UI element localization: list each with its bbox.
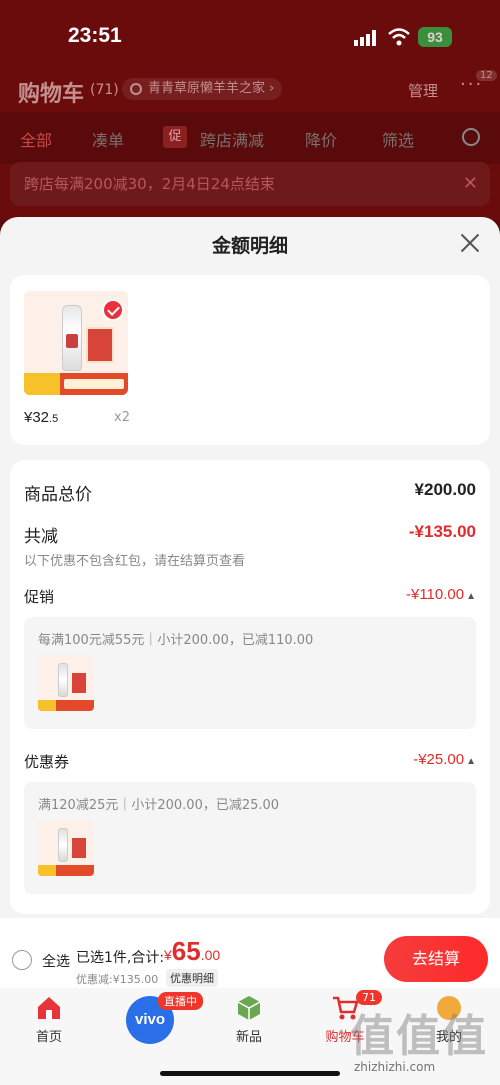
- filter-tabs: 全部 凑单 促 跨店满减 降价 筛选: [0, 112, 500, 164]
- coupon-value: -¥25.00: [413, 751, 465, 768]
- tab-price-drop[interactable]: 降价: [305, 127, 337, 151]
- select-all-radio[interactable]: [12, 950, 32, 970]
- watermark-site: zhizhizhi.com: [354, 1060, 436, 1074]
- search-icon[interactable]: [462, 128, 480, 146]
- gift-box-graphic: [86, 327, 114, 363]
- coupon-label: 优惠券: [24, 753, 70, 771]
- location-text: 青青草原懒羊羊之家: [148, 81, 266, 96]
- home-icon: [38, 997, 60, 1019]
- product-thumbnail: [38, 655, 94, 711]
- checkout-button[interactable]: 去结算: [384, 936, 488, 982]
- total-amount: ¥65.00: [164, 936, 221, 966]
- close-icon[interactable]: [458, 231, 482, 255]
- live-badge: 直播中: [158, 992, 203, 1010]
- reduce-value: -¥135.00: [408, 522, 476, 541]
- product-card: ¥32.5 x2: [10, 275, 490, 445]
- price-breakdown-card: 商品总价 ¥200.00 共减 -¥135.00 以下优惠不包含红包，请在结算页…: [10, 460, 490, 914]
- discount-summary: 优惠减:¥135.00: [76, 973, 159, 986]
- product-quantity: x2: [114, 410, 130, 425]
- promo-toggle[interactable]: -¥110.00 ▲: [406, 586, 476, 603]
- promo-strip-graphic: [24, 373, 128, 395]
- cube-icon: [237, 996, 261, 1020]
- location-pin-icon: [130, 83, 142, 95]
- chevron-up-icon: ▲: [466, 591, 476, 602]
- total-value: ¥200.00: [414, 480, 476, 499]
- coupon-toggle[interactable]: -¥25.00 ▲: [413, 751, 476, 768]
- promo-value: -¥110.00: [405, 586, 465, 603]
- tab-coudan[interactable]: 凑单: [92, 127, 124, 151]
- home-indicator[interactable]: [160, 1071, 340, 1076]
- bottle-graphic: [62, 305, 82, 371]
- status-time: 23:51: [68, 24, 122, 47]
- cart-count: (71): [90, 82, 119, 98]
- page-title: 购物车: [18, 82, 85, 107]
- more-badge: 12: [476, 70, 497, 81]
- selected-check-icon[interactable]: [102, 299, 124, 321]
- wifi-icon: [388, 28, 410, 46]
- discount-detail-button[interactable]: 优惠明细: [166, 969, 218, 987]
- battery-icon: 93: [418, 27, 452, 47]
- product-thumbnail: [38, 820, 94, 876]
- banner-text: 跨店每满200减30，2月4日24点结束: [24, 175, 275, 193]
- tab-filter[interactable]: 筛选: [382, 127, 414, 151]
- select-all-label[interactable]: 全选: [42, 951, 70, 971]
- coupon-detail-box: 满120减25元｜小计200.00，已减25.00: [24, 782, 476, 894]
- status-bar: 23:51 93: [0, 20, 500, 56]
- total-label: 商品总价: [24, 485, 92, 505]
- promo-detail-box: 每满100元减55元｜小计200.00，已减110.00: [24, 617, 476, 729]
- tab-all[interactable]: 全部: [20, 127, 52, 151]
- promo-banner: 跨店每满200减30，2月4日24点结束 ✕: [10, 162, 490, 206]
- tab-new[interactable]: 新品: [214, 994, 284, 1045]
- signal-icon: [354, 30, 376, 46]
- tab-home[interactable]: 首页: [14, 994, 84, 1045]
- watermark-logo: 值值值: [350, 1011, 488, 1062]
- product-price: ¥32.5: [24, 409, 59, 426]
- promo-detail-text: 每满100元减55元｜小计200.00，已减110.00: [38, 633, 314, 648]
- location-selector[interactable]: 青青草原懒羊羊之家 ›: [122, 78, 283, 100]
- promo-label: 促销: [24, 588, 55, 606]
- cart-header: 购物车 (71) 青青草原懒羊羊之家 › 管理 ··· 12: [0, 70, 500, 110]
- promo-tag: 促: [163, 126, 187, 148]
- sheet-title: 金额明细: [211, 235, 288, 257]
- tab-cross-store[interactable]: 跨店满减: [200, 127, 264, 151]
- reduce-note: 以下优惠不包含红包，请在结算页查看: [24, 554, 246, 569]
- banner-close-icon[interactable]: ✕: [463, 162, 478, 206]
- chevron-up-icon: ▲: [466, 756, 476, 767]
- manage-button[interactable]: 管理: [408, 80, 438, 101]
- reduce-label: 共减: [24, 527, 58, 547]
- coupon-detail-text: 满120减25元｜小计200.00，已减25.00: [38, 798, 280, 813]
- selected-summary: 已选1件,合计:: [76, 950, 165, 966]
- settlement-bar: 全选 已选1件,合计: ¥65.00 优惠减:¥135.00 优惠明细 去结算: [0, 918, 500, 988]
